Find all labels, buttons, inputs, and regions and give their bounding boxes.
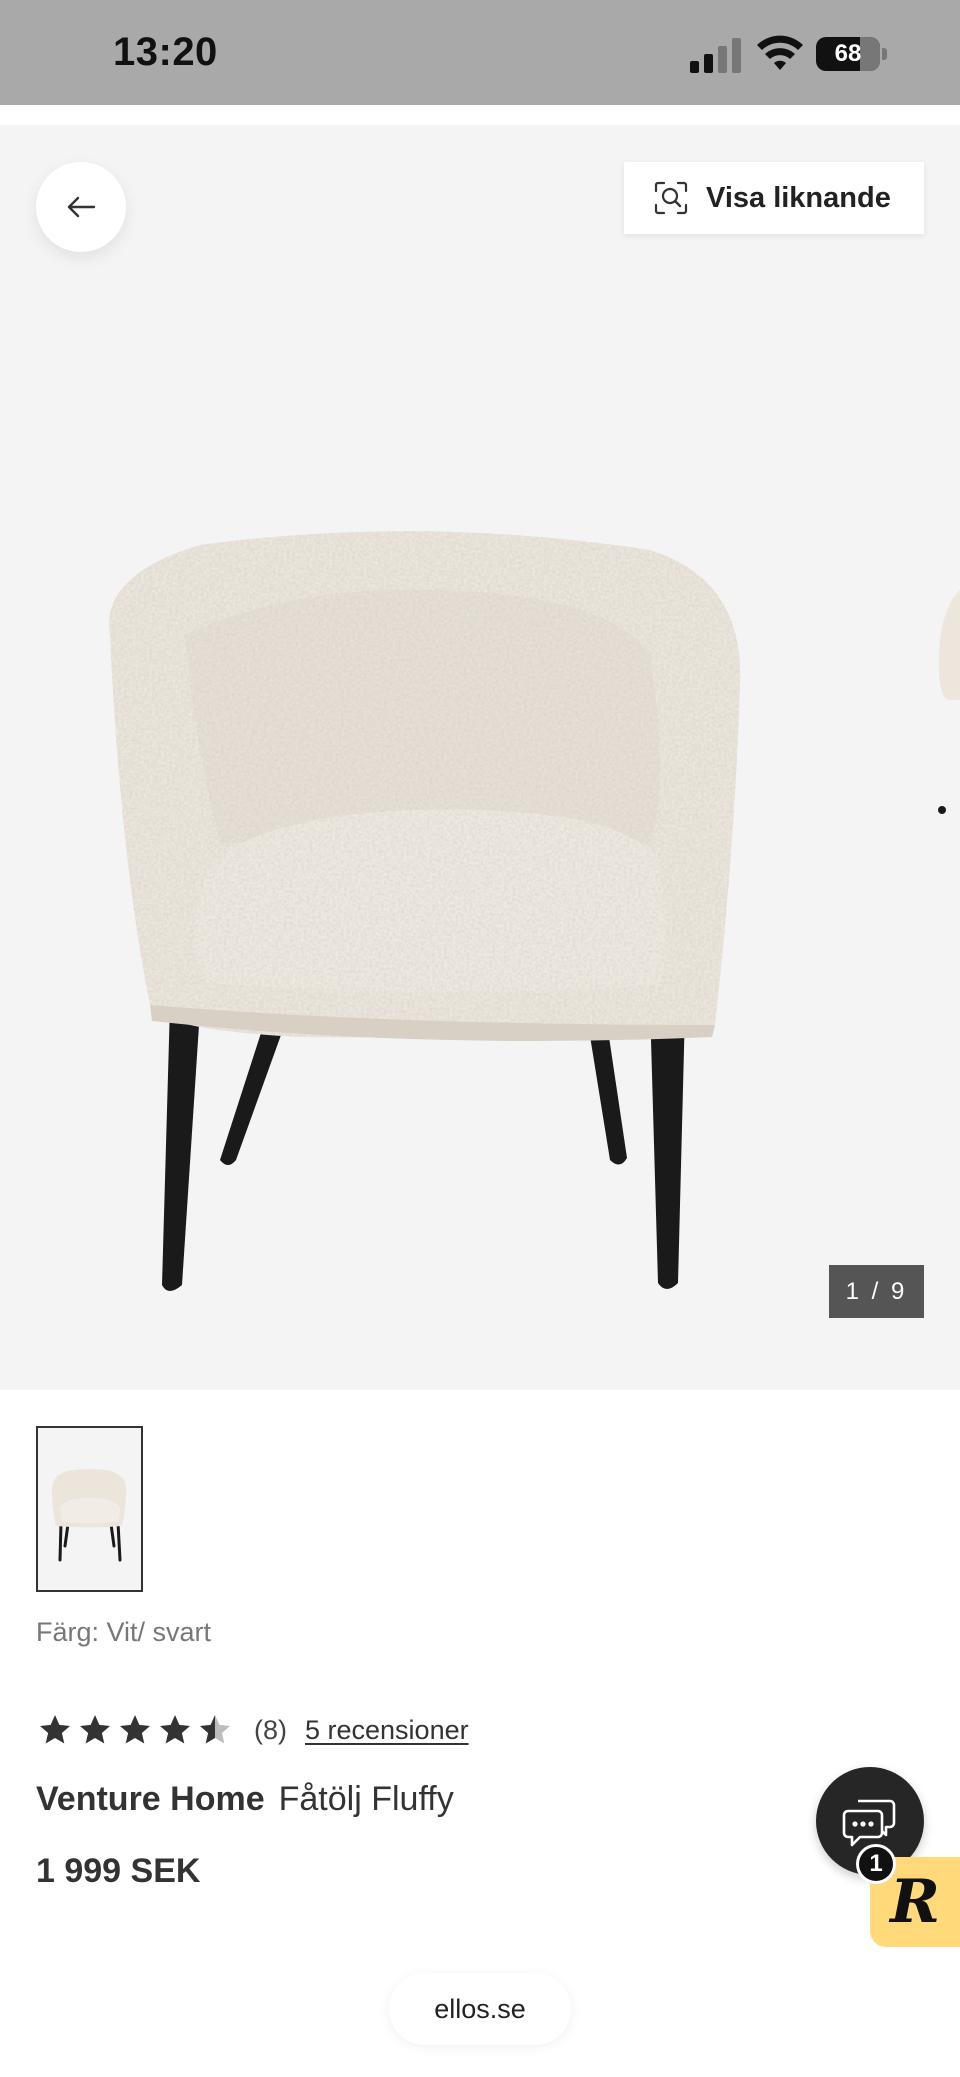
- arrow-left-icon: [67, 196, 96, 218]
- star-full-icon: [40, 1715, 70, 1744]
- chat-bubble-icon: [842, 1799, 896, 1847]
- product-title: Venture Home Fåtölj Fluffy: [36, 1780, 454, 1819]
- browser-domain-pill[interactable]: ellos.se: [389, 1973, 571, 2045]
- thumbnail-armchair-image: [52, 1469, 127, 1562]
- star-full-icon: [80, 1715, 110, 1744]
- battery-percent: 68: [834, 40, 862, 67]
- rating-stars: [36, 1712, 236, 1748]
- image-thumbnail-selected[interactable]: [36, 1426, 143, 1592]
- wifi-icon: [757, 35, 803, 70]
- header-spacer: [0, 105, 960, 125]
- product-image-gallery[interactable]: Visa liknande 1 / 9: [0, 125, 960, 1390]
- rating-count: (8): [254, 1714, 287, 1745]
- chat-notification-badge: 1: [856, 1844, 896, 1884]
- star-full-icon: [160, 1715, 190, 1744]
- product-rating: (8) 5 recensioner: [36, 1708, 469, 1752]
- image-counter: 1 / 9: [829, 1265, 924, 1318]
- star-full-icon: [120, 1715, 150, 1744]
- back-button[interactable]: [36, 162, 126, 252]
- status-bar: 13:20 68: [0, 0, 960, 105]
- product-brand[interactable]: Venture Home: [36, 1780, 265, 1818]
- star-half-icon: [200, 1715, 230, 1744]
- reviews-link[interactable]: 5 recensioner: [305, 1715, 469, 1746]
- show-similar-button[interactable]: Visa liknande: [624, 162, 924, 234]
- battery-icon: 68: [816, 37, 888, 71]
- visual-search-icon: [654, 181, 688, 215]
- cellular-signal-icon: [690, 37, 742, 73]
- product-image-armchair: [109, 531, 741, 1291]
- product-price: 1 999 SEK: [36, 1852, 201, 1890]
- show-similar-label: Visa liknande: [706, 181, 891, 214]
- product-name: Fåtölj Fluffy: [278, 1780, 454, 1818]
- next-image-peek: [938, 589, 960, 814]
- status-time: 13:20: [113, 30, 218, 74]
- r-logo-icon: R: [890, 1867, 940, 1937]
- color-label: Färg: Vit/ svart: [36, 1617, 212, 1647]
